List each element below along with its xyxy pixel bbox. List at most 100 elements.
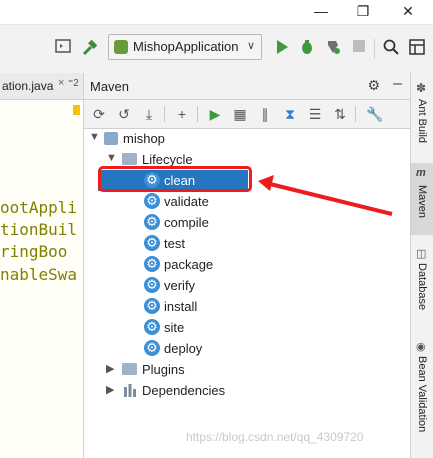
goal-install[interactable]: ⚙ install	[144, 296, 344, 317]
tab-label: Ant Build	[416, 99, 428, 144]
goal-label: test	[164, 236, 185, 251]
minimize-button[interactable]: —	[306, 0, 336, 22]
gear-icon: ⚙	[144, 235, 160, 251]
chevron-down-icon: ∨	[246, 40, 255, 52]
restore-button[interactable]: ❐	[348, 0, 378, 22]
goal-label: site	[164, 320, 185, 335]
gear-icon: ⚙	[144, 319, 160, 335]
minimize-panel-icon[interactable]: –	[393, 75, 402, 93]
reimport-folders-icon[interactable]: ↺	[114, 104, 134, 124]
run-config-icon[interactable]: ▦	[230, 104, 250, 124]
show-dependencies-icon[interactable]: ☰	[305, 104, 325, 124]
window-title-bar: — ❐ ✕	[0, 0, 433, 24]
maven-panel-header: Maven ⚙ –	[84, 73, 410, 100]
goal-verify[interactable]: ⚙ verify	[144, 275, 344, 296]
editor-tab-label: ation.java	[2, 79, 54, 93]
gear-icon[interactable]: ⚙	[367, 77, 380, 94]
close-icon[interactable]: ×	[58, 77, 64, 89]
goal-label: package	[164, 257, 214, 272]
tree-node-dependencies[interactable]: ▶ Dependencies	[84, 380, 410, 401]
collapse-all-icon[interactable]: ⇅	[330, 104, 350, 124]
build-hammer-icon[interactable]	[80, 39, 100, 59]
wrench-icon[interactable]: 🔧	[365, 104, 385, 124]
maven-module-icon	[104, 132, 118, 145]
goal-label: deploy	[164, 341, 203, 356]
toolbar-divider	[197, 106, 198, 122]
tab-bean-validation[interactable]: ◉ Bean Validation	[411, 338, 433, 458]
folder-icon	[122, 363, 137, 375]
goal-test[interactable]: ⚙ test	[144, 233, 344, 254]
tree-node-label: Dependencies	[142, 383, 226, 398]
toolbar-divider	[355, 106, 356, 122]
add-icon[interactable]: +	[172, 104, 192, 124]
tab-ant-build[interactable]: ✽ Ant Build	[411, 81, 433, 161]
database-icon: ◫	[416, 248, 427, 260]
toggle-offline-icon[interactable]: ∥	[255, 104, 275, 124]
code-line: ootAppli	[0, 198, 78, 217]
maven-panel-title: Maven	[90, 79, 130, 94]
chevron-down-icon[interactable]: ▼	[106, 152, 117, 164]
tab-maven[interactable]: m Maven	[411, 163, 433, 235]
editor-tab[interactable]: ation.java × ⁼2	[0, 73, 83, 100]
run-icon[interactable]	[272, 39, 292, 59]
code-line: nableSwa	[0, 265, 78, 284]
goal-label: compile	[164, 215, 209, 230]
stop-icon[interactable]	[349, 39, 369, 59]
tree-node-label: mishop	[123, 131, 165, 146]
tree-root-mishop[interactable]: ▼ mishop	[84, 128, 410, 149]
code-line: ringBoo	[0, 242, 68, 261]
close-button[interactable]: ✕	[393, 0, 423, 22]
watermark-text: https://blog.csdn.net/qq_4309720	[186, 430, 364, 444]
toolbar-divider	[164, 106, 165, 122]
folder-icon	[122, 153, 137, 165]
goal-label: install	[164, 299, 198, 314]
run-configuration-label: MishopApplication	[133, 39, 239, 54]
tab-database[interactable]: ◫ Database	[411, 245, 433, 325]
tab-overflow-indicator[interactable]: ⁼2	[68, 78, 79, 89]
maven-tool-window: Maven ⚙ – ⟳ ↺ ⤓ + ▶ ▦ ∥ ⧗ ☰ ⇅ 🔧 ▼ mishop…	[84, 73, 410, 458]
gear-icon: ⚙	[144, 256, 160, 272]
tree-node-label: Lifecycle	[142, 152, 193, 167]
right-tool-stripe: ✽ Ant Build m Maven ◫ Database ◉ Bean Va…	[410, 73, 433, 458]
chevron-right-icon[interactable]: ▶	[106, 362, 114, 375]
maven-icon: m	[416, 167, 426, 179]
chevron-right-icon[interactable]: ▶	[106, 383, 114, 396]
dependencies-icon	[124, 384, 136, 397]
project-structure-icon[interactable]	[407, 39, 427, 59]
gear-icon: ⚙	[144, 214, 160, 230]
layout-icon[interactable]	[53, 39, 73, 59]
tab-label: Maven	[416, 185, 428, 219]
tree-node-plugins[interactable]: ▶ Plugins	[84, 359, 410, 380]
goal-site[interactable]: ⚙ site	[144, 317, 344, 338]
annotation-arrow	[258, 175, 393, 216]
ant-icon: ✽	[416, 81, 427, 95]
goal-deploy[interactable]: ⚙ deploy	[144, 338, 344, 359]
spring-app-icon	[114, 40, 128, 54]
gear-icon: ⚙	[144, 277, 160, 293]
tab-label: Bean Validation	[416, 356, 428, 433]
goal-package[interactable]: ⚙ package	[144, 254, 344, 275]
gear-icon: ⚙	[144, 298, 160, 314]
skip-tests-icon[interactable]: ⧗	[280, 104, 300, 124]
tab-label: Database	[416, 263, 428, 311]
goal-label: verify	[164, 278, 196, 293]
run-icon[interactable]: ▶	[205, 104, 225, 124]
coverage-icon[interactable]	[323, 39, 343, 59]
chevron-down-icon[interactable]: ▼	[89, 131, 100, 143]
goal-label: validate	[164, 194, 209, 209]
warning-marker	[73, 105, 80, 115]
run-configuration-select[interactable]: MishopApplication ∨	[108, 34, 262, 60]
search-icon[interactable]	[381, 39, 401, 59]
code-editor[interactable]: ation.java × ⁼2 ootAppli tionBuil ringBo…	[0, 73, 84, 458]
debug-icon[interactable]	[297, 39, 317, 59]
bean-icon: ◉	[416, 341, 426, 353]
maven-toolbar: ⟳ ↺ ⤓ + ▶ ▦ ∥ ⧗ ☰ ⇅ 🔧	[84, 100, 410, 129]
gear-icon: ⚙	[144, 193, 160, 209]
download-icon[interactable]: ⤓	[139, 104, 159, 124]
annotation-highlight-box	[98, 166, 252, 192]
code-line: tionBuil	[0, 220, 78, 239]
reload-icon[interactable]: ⟳	[89, 104, 109, 124]
tree-node-label: Plugins	[142, 362, 185, 377]
toolbar-divider	[374, 39, 375, 59]
gear-icon: ⚙	[144, 340, 160, 356]
